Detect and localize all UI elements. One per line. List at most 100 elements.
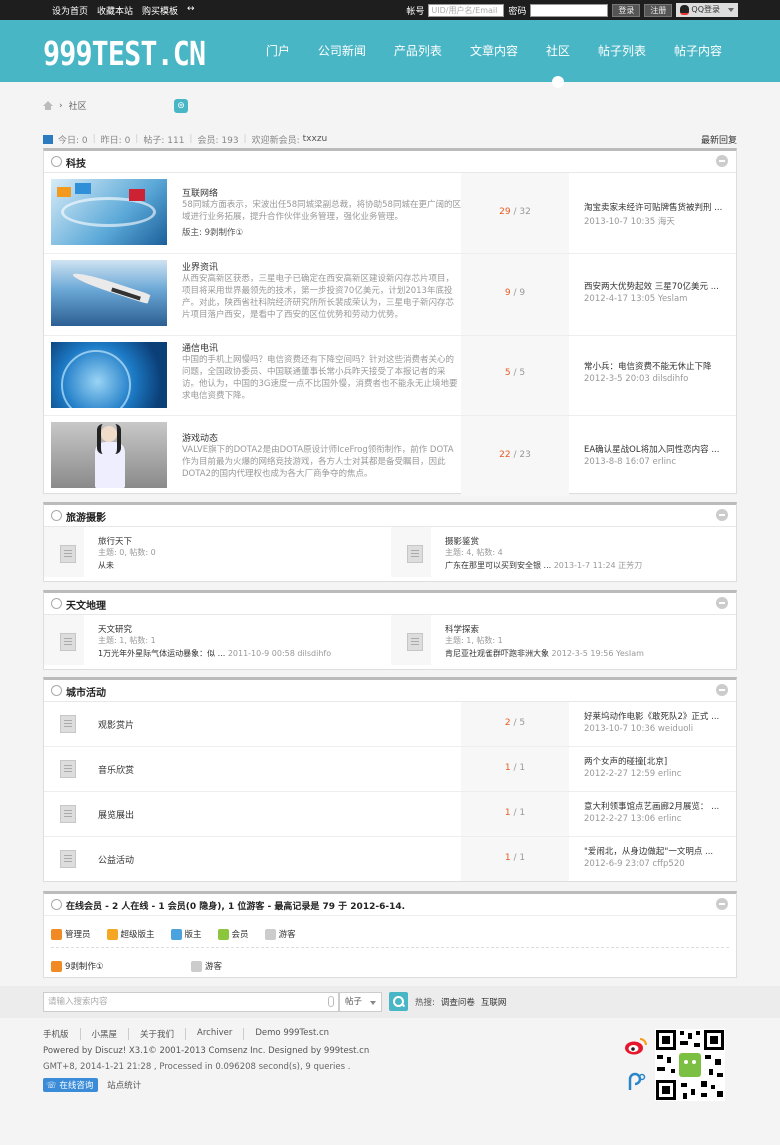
site-stats-link[interactable]: 站点统计 [107, 1081, 141, 1091]
forum-name[interactable]: 科学探索 [445, 623, 479, 635]
weibo-icon[interactable] [624, 1036, 648, 1056]
collapse-icon[interactable] [716, 155, 728, 167]
microphone-icon[interactable] [328, 996, 334, 1007]
forum-icon[interactable] [60, 545, 76, 563]
forum-icon[interactable] [60, 850, 76, 868]
forum-thumbnail-internet[interactable] [51, 179, 167, 245]
legend-super-moderator: 超级版主 [106, 928, 155, 940]
forum-icon[interactable] [60, 715, 76, 733]
forum-name[interactable]: 音乐欣赏 [98, 763, 134, 776]
nav-company-news[interactable]: 公司新闻 [318, 20, 366, 82]
footer-link-demo[interactable]: Demo 999Test.cn [243, 1028, 340, 1040]
rss-icon[interactable]: ⊜ [174, 99, 188, 113]
hot-searches: 热搜: 调查问卷 互联网 [415, 996, 506, 1008]
latest-replies-link[interactable]: 最新回复 [701, 133, 737, 146]
buy-template-link[interactable]: 购买模板 [142, 4, 178, 17]
forum-last-post[interactable]: 1万光年外星际气体运动暴象：似 ... 2011-10-9 00:58 dils… [98, 648, 331, 659]
forum-stat: 主题: 4, 帖数: 4 [445, 548, 503, 557]
forum-icon[interactable] [407, 545, 423, 563]
nav-thread-list[interactable]: 帖子列表 [598, 20, 646, 82]
forum-thumbnail-telecom[interactable] [51, 342, 167, 408]
legend-admin: 管理员 [51, 928, 91, 940]
forum-name[interactable]: 公益活动 [98, 853, 134, 866]
forum-icon[interactable] [60, 633, 76, 651]
forum-last-post[interactable]: 广东在那里可以买到安全银 ... 2013-1-7 11:24 正芳刀 [445, 560, 642, 571]
footer-links: 手机版 小黑屋 关于我们 Archiver Demo 999Test.cn [43, 1028, 369, 1040]
breadcrumb-current[interactable]: 社区 [69, 99, 87, 112]
section-header: 旅游摄影 [44, 505, 736, 527]
search-input[interactable]: 请输入搜索内容 [43, 992, 339, 1012]
nav-thread-content[interactable]: 帖子内容 [674, 20, 722, 82]
forum-counts: 1 / 1 [461, 747, 569, 791]
qq-login-button[interactable]: QQ登录 [676, 3, 738, 17]
nav-community[interactable]: 社区 [546, 20, 570, 88]
forum-name[interactable]: 通信电讯 [182, 341, 218, 354]
forum-last-post[interactable]: "爱闹北，从身边做起"一文明点 ... 2012-6-9 23:07 cffp52… [584, 845, 732, 869]
home-icon[interactable] [43, 101, 53, 110]
forum-name[interactable]: 展览展出 [98, 808, 134, 821]
section-city: 城市活动 观影赏片 2 / 5 好莱坞动作电影《敢死队2》正式 ... 2013-… [43, 677, 737, 882]
collapse-icon[interactable] [716, 684, 728, 696]
nav-article-content[interactable]: 文章内容 [470, 20, 518, 82]
register-button[interactable]: 注册 [644, 3, 673, 17]
forum-name[interactable]: 观影赏片 [98, 718, 134, 731]
new-member-link[interactable]: txxzu [303, 134, 328, 144]
forum-counts: 9 / 9 [461, 254, 569, 335]
collapse-icon[interactable] [716, 597, 728, 609]
search-type-select[interactable]: 帖子 [339, 992, 382, 1012]
forum-name[interactable]: 天文研究 [98, 623, 132, 635]
forum-name[interactable]: 业界资讯 [182, 260, 218, 273]
online-user[interactable]: 9剥制作① [51, 960, 151, 972]
site-logo[interactable]: 999TEST.CN [43, 34, 206, 73]
forum-last-post[interactable]: 好莱坞动作电影《敢死队2》正式 ... 2013-10-7 10:36 weidu… [584, 710, 732, 734]
footer-link-mobile[interactable]: 手机版 [43, 1028, 80, 1040]
stat-welcome: 欢迎新会员: [251, 135, 300, 146]
forum-thumbnail-gaming[interactable] [51, 422, 167, 488]
nav-product-list[interactable]: 产品列表 [394, 20, 442, 82]
forum-icon[interactable] [60, 805, 76, 823]
hot-search-link[interactable]: 调查问卷 [441, 996, 475, 1008]
set-homepage-link[interactable]: 设为首页 [52, 4, 88, 17]
forum-last-post[interactable]: 淘宝卖家未经许可贴牌售货被判刑 ... 2013-10-7 10:35 海天 [584, 201, 732, 227]
section-header: 科技 [44, 151, 736, 173]
switch-width-icon[interactable]: ↔ [187, 4, 195, 17]
forum-last-post[interactable]: 意大利领事馆点艺画廊2月展览： ... 2012-2-27 13:06 erlin… [584, 800, 732, 824]
forum-moderator[interactable]: 版主: 9剥制作① [182, 226, 243, 238]
bookmark-link[interactable]: 收藏本站 [97, 4, 133, 17]
footer-link-about[interactable]: 关于我们 [128, 1028, 185, 1040]
forum-last-post[interactable]: EA确认星战OL将加入同性恋内容 ... 2013-8-8 16:07 erlin… [584, 443, 732, 467]
forum-icon[interactable] [407, 633, 423, 651]
password-input[interactable] [530, 3, 609, 17]
forum-last-post[interactable]: 肯尼亚社观雀群吓跑非洲大象 2012-3-5 19:56 YesIam [445, 648, 644, 659]
qq-login-label: QQ登录 [691, 5, 720, 14]
forum-cell: 摄影鉴赏 主题: 4, 帖数: 4 广东在那里可以买到安全银 ... 2013-… [391, 527, 738, 577]
forum-last-post[interactable]: 西安两大优势起效 三星70亿美元 ... 2012-4-17 13:05 Yesl… [584, 280, 732, 304]
account-input[interactable]: UID/用户名/Email [428, 3, 505, 17]
section-title[interactable]: 城市活动 [66, 684, 106, 699]
search-button[interactable] [389, 992, 408, 1011]
nav-portal[interactable]: 门户 [266, 20, 290, 82]
forum-row: 展览展出 1 / 1 意大利领事馆点艺画廊2月展览： ... 2012-2-27 … [44, 792, 736, 837]
section-title[interactable]: 旅游摄影 [66, 509, 106, 524]
hot-search-link[interactable]: 互联网 [481, 996, 507, 1008]
collapse-icon[interactable] [716, 898, 728, 910]
forum-name[interactable]: 摄影鉴赏 [445, 535, 479, 547]
section-title[interactable]: 天文地理 [66, 597, 106, 612]
forum-thumbnail-industry[interactable] [51, 260, 167, 326]
login-button[interactable]: 登录 [612, 3, 641, 17]
main-nav: 门户 公司新闻 产品列表 文章内容 社区 帖子列表 帖子内容 [238, 20, 722, 88]
forum-icon[interactable] [60, 760, 76, 778]
hot-label: 热搜: [415, 998, 435, 1008]
section-title[interactable]: 科技 [66, 155, 86, 170]
footer-link-blackroom[interactable]: 小黑屋 [79, 1028, 129, 1040]
online-consult-button[interactable]: ☏ 在线咨询 [43, 1078, 99, 1092]
collapse-icon[interactable] [716, 509, 728, 521]
section-tech: 科技 互联网络 58同城方面表示，宋波出任58同城梁副总裁，将协助58同城在更广… [43, 148, 737, 496]
forum-name[interactable]: 旅行天下 [98, 535, 132, 547]
forum-name[interactable]: 互联网络 [182, 186, 218, 199]
footer-link-archiver[interactable]: Archiver [185, 1028, 243, 1040]
forum-last-post[interactable]: 两个女声的碰撞[北京] 2012-2-27 12:59 erlinc [584, 755, 732, 779]
forum-last-post[interactable]: 常小兵：电信资费不能无休止下降 2012-3-5 20:03 dilsdihfo [584, 360, 732, 384]
tencent-weibo-icon[interactable] [624, 1072, 648, 1092]
forum-name[interactable]: 游戏动态 [182, 431, 218, 444]
